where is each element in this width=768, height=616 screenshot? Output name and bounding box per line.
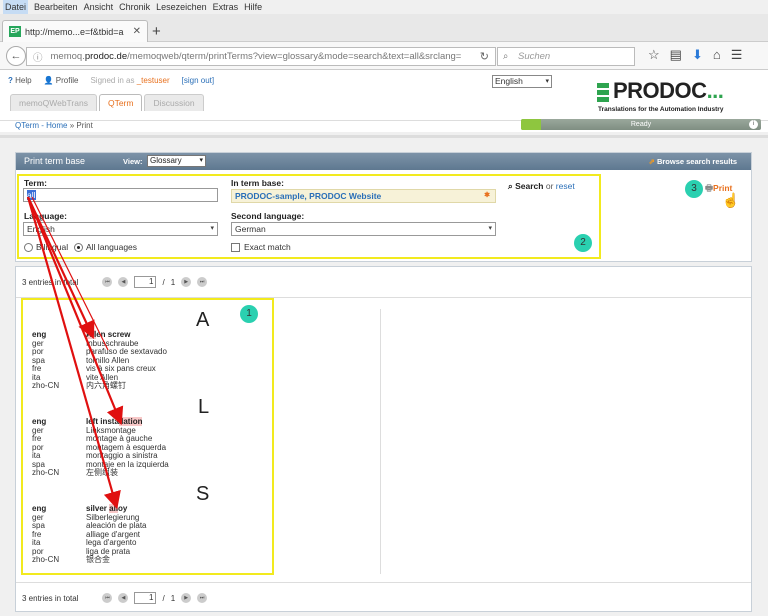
results-divider (16, 582, 751, 583)
callout-box-results (21, 298, 274, 575)
browse-results-link[interactable]: ⇗ Browse search results (649, 153, 737, 170)
view-select[interactable]: Glossary ▾ (147, 155, 206, 167)
address-bar[interactable]: ⓘ memoq. prodoc.de/memoqweb/qterm/printTe… (26, 47, 496, 66)
menu-datei[interactable]: Datei (3, 0, 29, 14)
sign-out-link[interactable]: [sign out] (182, 76, 214, 85)
app-tabs: memoQWebTrans QTerm Discussion (10, 94, 204, 111)
view-select-value: Glossary (150, 156, 182, 165)
tab-qterm[interactable]: QTerm (98, 94, 143, 111)
download-icon[interactable]: ⬇ (692, 47, 703, 63)
page-separator: / (162, 593, 165, 603)
pager-bottom: 3 entries in total ⏮ ◀ 1 / 1 ▶ ⏭ (22, 592, 208, 604)
tab-strip: EP http://memo...e=f&tbid=a ✕ + (0, 14, 768, 42)
last-page-icon[interactable]: ⏭ (197, 593, 208, 603)
page-total: 1 (170, 277, 176, 287)
signed-in-text: Signed in as _testuser (90, 76, 170, 85)
breadcrumb: QTerm - Home » Print (15, 121, 93, 130)
breadcrumb-home[interactable]: QTerm - Home (15, 121, 67, 130)
page-input[interactable]: 1 (134, 592, 157, 604)
close-icon[interactable]: ✕ (133, 26, 141, 37)
help-link[interactable]: ? Help (8, 76, 32, 85)
bookmark-star-icon[interactable]: ☆ (648, 47, 660, 63)
breadcrumb-current: Print (76, 121, 93, 130)
top-links: ? Help 👤 Profile Signed in as _testuser … (8, 76, 214, 85)
menu-extras[interactable]: Extras (213, 0, 239, 14)
reading-list-icon[interactable]: ▤ (670, 47, 682, 63)
cursor-icon: ☝ (722, 192, 740, 208)
profile-link[interactable]: 👤 Profile (44, 76, 79, 85)
header-divider (0, 135, 768, 138)
logo-dots: ... (706, 78, 724, 103)
first-page-icon[interactable]: ⏮ (102, 277, 113, 287)
menu-ansicht[interactable]: Ansicht (84, 0, 114, 14)
first-page-icon[interactable]: ⏮ (102, 593, 113, 603)
last-page-icon[interactable]: ⏭ (197, 277, 208, 287)
menu-hilfe[interactable]: Hilfe (244, 0, 262, 14)
next-page-icon[interactable]: ▶ (181, 277, 192, 287)
page-separator: / (162, 277, 165, 287)
url-domain: prodoc.de (84, 51, 128, 62)
prev-page-icon[interactable]: ◀ (118, 593, 129, 603)
menu-bearbeiten[interactable]: Bearbeiten (34, 0, 78, 14)
back-icon[interactable]: ← (6, 46, 26, 66)
menu-bar: Datei Bearbeiten Ansicht Chronik Lesezei… (0, 0, 768, 14)
callout-badge: 3 (685, 180, 703, 198)
callout-box-search (17, 174, 601, 259)
view-label: View: (123, 157, 143, 166)
status-text: Ready (630, 121, 652, 128)
pager-top: 3 entries in total ⏮ ◀ 1 / 1 ▶ ⏭ (22, 276, 208, 288)
entry-count: 3 entries in total (22, 593, 79, 603)
search-icon: ⌕ (503, 51, 509, 62)
tab-discussion[interactable]: Discussion (144, 94, 204, 111)
user-icon: 👤 (43, 76, 54, 85)
callout-badge: 1 (240, 305, 258, 323)
page-input[interactable]: 1 (134, 276, 157, 288)
nav-bar: ← ⓘ memoq. prodoc.de/memoqweb/qterm/print… (0, 42, 768, 70)
search-input[interactable]: ⌕ Suchen (497, 47, 635, 66)
panel-header: Print term base View: Glossary ▾ ⇗ Browse… (16, 153, 751, 170)
status-bar: Ready i (521, 119, 761, 130)
tab-title: http://memo...e=f&tbid=a (25, 26, 124, 37)
language-select-value: English (495, 76, 523, 86)
column-divider (380, 309, 381, 574)
page-total: 1 (170, 593, 176, 603)
reload-icon[interactable]: ↻ (480, 50, 489, 63)
entry-count: 3 entries in total (22, 277, 79, 287)
site-info-icon[interactable]: ⓘ (33, 50, 43, 64)
language-select[interactable]: English ▾ (492, 75, 552, 88)
search-placeholder: Suchen (518, 51, 551, 62)
favicon-icon: EP (9, 26, 21, 37)
logo-text: PRODOC (613, 78, 707, 103)
menu-icon[interactable]: ☰ (731, 47, 743, 63)
prev-page-icon[interactable]: ◀ (118, 277, 129, 287)
browser-tab[interactable]: EP http://memo...e=f&tbid=a ✕ (2, 20, 148, 42)
menu-lesezeichen[interactable]: Lesezeichen (156, 0, 207, 14)
new-tab-icon[interactable]: + (152, 23, 161, 40)
callout-badge: 2 (574, 234, 592, 252)
chevron-down-icon: ▾ (545, 78, 549, 85)
chevron-down-icon: ▾ (199, 157, 203, 164)
url-prefix: memoq. (50, 51, 85, 62)
next-page-icon[interactable]: ▶ (181, 593, 192, 603)
prodoc-logo: PRODOC... Translations for the Automatio… (597, 76, 729, 114)
browse-icon: ⇗ (648, 157, 655, 166)
printer-icon: 🖶 (705, 183, 714, 193)
panel-title: Print term base (24, 156, 86, 166)
tab-memoqwebtrans[interactable]: memoQWebTrans (10, 94, 97, 111)
home-icon[interactable]: ⌂ (713, 47, 721, 63)
info-icon[interactable]: i (749, 120, 758, 129)
toolbar-icons: ☆ ▤ ⬇ ⌂ ☰ (648, 47, 742, 63)
url-path: /memoqweb/qterm/printTerms?view=glossary… (127, 51, 462, 62)
breadcrumb-separator: » (69, 121, 75, 130)
menu-chronik[interactable]: Chronik (119, 0, 150, 14)
logo-tagline: Translations for the Automation Industry (598, 106, 724, 113)
